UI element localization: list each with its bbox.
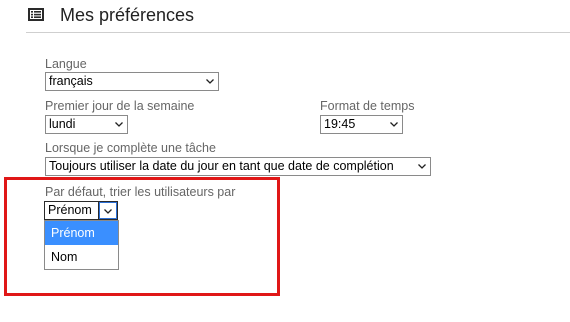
chevron-down-icon (417, 161, 427, 171)
language-label: Langue (45, 57, 87, 71)
time-format-label: Format de temps (320, 99, 415, 113)
highlight-box (4, 177, 280, 296)
chevron-down-icon (205, 76, 215, 86)
time-format-select-value: 19:45 (324, 117, 356, 131)
chevron-down-icon (114, 119, 124, 129)
task-complete-select[interactable]: Toujours utiliser la date du jour en tan… (45, 157, 431, 176)
week-start-select-value: lundi (49, 117, 76, 131)
week-start-label: Premier jour de la semaine (45, 99, 195, 113)
header-divider (26, 32, 570, 33)
time-format-select[interactable]: 19:45 (320, 115, 403, 134)
week-start-select[interactable]: lundi (45, 115, 128, 134)
language-select-value: français (49, 74, 93, 88)
chevron-down-icon (389, 119, 399, 129)
list-icon (28, 8, 44, 21)
page-title: Mes préférences (60, 5, 195, 25)
task-complete-select-value: Toujours utiliser la date du jour en tan… (49, 159, 394, 173)
task-complete-label: Lorsque je complète une tâche (45, 141, 216, 155)
language-select[interactable]: français (45, 72, 219, 91)
